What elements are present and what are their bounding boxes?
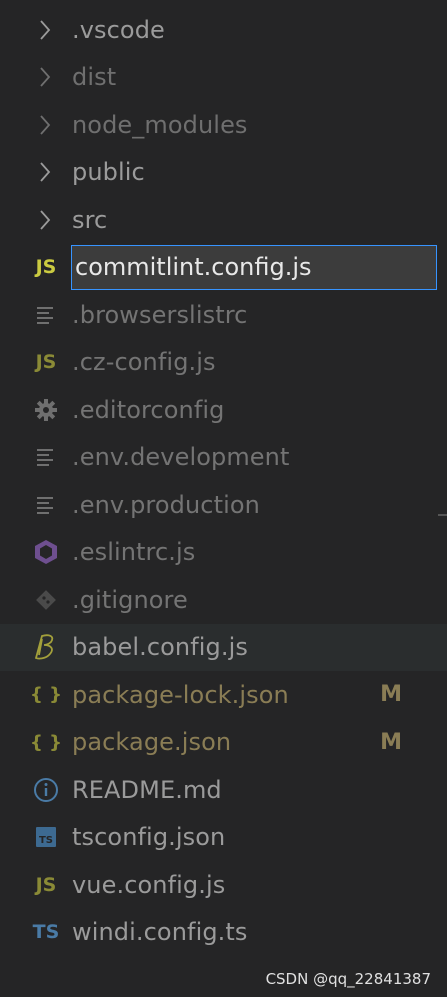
folder-label: public: [72, 158, 145, 187]
file-eslintrc[interactable]: .eslintrc.js: [0, 529, 447, 577]
folder-node-modules[interactable]: node_modules: [0, 101, 447, 149]
folder-dist[interactable]: dist: [0, 54, 447, 102]
folder-label: node_modules: [72, 110, 248, 139]
folder-label: src: [72, 205, 108, 234]
lines-icon: [32, 491, 60, 519]
rename-input[interactable]: [71, 244, 437, 290]
eslint-icon: [32, 538, 60, 566]
file-package-json[interactable]: { } package.json M: [0, 719, 447, 767]
file-gitignore[interactable]: .gitignore: [0, 576, 447, 624]
folder-vscode[interactable]: .vscode: [0, 6, 447, 54]
lines-icon: [32, 301, 60, 329]
rename-row[interactable]: JS: [0, 244, 447, 292]
json-braces-icon: { }: [30, 684, 62, 706]
file-explorer: .vscode dist node_modules public src JS: [0, 6, 447, 956]
ts-glyph: TS: [39, 835, 53, 846]
git-icon: [32, 586, 60, 614]
file-label: .editorconfig: [72, 395, 225, 424]
file-package-lock[interactable]: { } package-lock.json M: [0, 671, 447, 719]
gear-icon: [32, 396, 60, 424]
file-vue-config[interactable]: JS vue.config.js: [0, 861, 447, 909]
watermark: CSDN @qq_22841387: [265, 970, 431, 988]
folder-public[interactable]: public: [0, 149, 447, 197]
file-env-development[interactable]: .env.development: [0, 434, 447, 482]
js-file-icon: JS: [35, 873, 57, 896]
file-env-production[interactable]: .env.production: [0, 481, 447, 529]
file-label: README.md: [72, 775, 222, 804]
lines-icon: [32, 443, 60, 471]
file-label: vue.config.js: [72, 870, 226, 899]
file-label: windi.config.ts: [72, 918, 248, 947]
file-label: .env.production: [72, 490, 260, 519]
file-label: package.json: [72, 728, 232, 757]
file-label: .eslintrc.js: [72, 538, 196, 567]
ts-file-icon: TS: [32, 921, 60, 944]
json-braces-icon: { }: [30, 731, 62, 753]
ts-config-icon: TS: [32, 823, 60, 851]
git-modified-badge: M: [380, 729, 402, 755]
chevron-right-icon[interactable]: [38, 208, 56, 232]
file-label: babel.config.js: [72, 633, 248, 662]
file-readme[interactable]: README.md: [0, 766, 447, 814]
file-label: package-lock.json: [72, 680, 289, 709]
file-windi-config[interactable]: TS windi.config.ts: [0, 909, 447, 957]
folder-label: .vscode: [72, 15, 165, 44]
chevron-right-icon[interactable]: [38, 65, 56, 89]
file-cz-config[interactable]: JS .cz-config.js: [0, 339, 447, 387]
chevron-right-icon[interactable]: [38, 113, 56, 137]
chevron-right-icon[interactable]: [38, 18, 56, 42]
babel-icon: [32, 633, 60, 661]
chevron-right-icon[interactable]: [38, 160, 56, 184]
file-label: .browserslistrc: [72, 300, 248, 329]
file-editorconfig[interactable]: .editorconfig: [0, 386, 447, 434]
file-label: tsconfig.json: [72, 823, 226, 852]
folder-label: dist: [72, 63, 117, 92]
file-label: .env.development: [72, 443, 290, 472]
folder-src[interactable]: src: [0, 196, 447, 244]
file-tsconfig[interactable]: TS tsconfig.json: [0, 814, 447, 862]
file-label: .cz-config.js: [72, 348, 216, 377]
file-babel-config[interactable]: babel.config.js: [0, 623, 447, 671]
info-icon: [32, 776, 60, 804]
git-modified-badge: M: [380, 682, 402, 708]
file-label: .gitignore: [72, 585, 188, 614]
js-file-icon: JS: [35, 256, 57, 279]
file-browserslistrc[interactable]: .browserslistrc: [0, 291, 447, 339]
js-file-icon: JS: [35, 351, 57, 374]
scroll-indicator[interactable]: [438, 514, 447, 516]
